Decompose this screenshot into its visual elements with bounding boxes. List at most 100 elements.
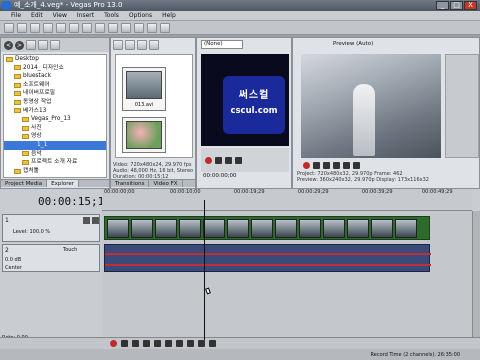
- undo-icon[interactable]: [108, 22, 118, 33]
- minimize-button[interactable]: _: [436, 1, 449, 10]
- menu-options[interactable]: Options: [124, 11, 157, 21]
- folder-icon: [14, 65, 21, 71]
- maximize-button[interactable]: □: [450, 1, 463, 10]
- solo-icon[interactable]: [92, 217, 99, 224]
- tab-transitions[interactable]: Transitions: [111, 180, 150, 187]
- help-icon[interactable]: [160, 22, 170, 33]
- play-icon[interactable]: [215, 156, 222, 164]
- media-thumbnail[interactable]: [122, 117, 166, 153]
- next-frame-icon[interactable]: [353, 161, 360, 169]
- forward-icon[interactable]: >: [15, 40, 24, 50]
- go-to-start-icon[interactable]: [176, 340, 183, 347]
- tree-item[interactable]: Vegas_Pro_13: [4, 115, 106, 124]
- copy-icon[interactable]: [82, 22, 92, 33]
- go-to-end-icon[interactable]: [187, 340, 194, 347]
- main-toolbar: [0, 21, 480, 35]
- menu-view[interactable]: View: [48, 11, 72, 21]
- normal-edit-tool-icon[interactable]: [134, 22, 144, 33]
- vegas-app-icon[interactable]: [2, 1, 11, 10]
- preview-quality[interactable]: Preview (Auto): [333, 40, 373, 48]
- cut-icon[interactable]: [69, 22, 79, 33]
- menu-file[interactable]: File: [6, 11, 26, 21]
- play-from-start-icon[interactable]: [132, 340, 139, 347]
- next-frame-icon[interactable]: [209, 340, 216, 347]
- video-track-header[interactable]: 1 Level: 100.0 %: [2, 214, 100, 242]
- new-project-icon[interactable]: [4, 22, 14, 33]
- tree-item[interactable]: 1_1: [4, 140, 106, 150]
- tab-explorer[interactable]: Explorer: [47, 180, 79, 187]
- tree-item[interactable]: 동영상 작업: [4, 98, 106, 107]
- video-frame: [323, 219, 345, 238]
- record-icon[interactable]: [205, 156, 212, 164]
- stop-icon[interactable]: [333, 161, 340, 169]
- video-event[interactable]: [104, 216, 430, 240]
- flower-image: [126, 121, 162, 149]
- menu-tools[interactable]: Tools: [99, 11, 124, 21]
- tree-item-label: 네이버프로필: [23, 90, 55, 97]
- tab-project-media[interactable]: Project Media: [1, 180, 48, 187]
- tree-item[interactable]: 영상: [4, 132, 106, 141]
- video-frame: [131, 219, 153, 238]
- stop-icon[interactable]: [225, 156, 232, 164]
- loop-icon[interactable]: [313, 161, 320, 169]
- tree-item[interactable]: 네이버프로필: [4, 89, 106, 98]
- tree-item[interactable]: 사진: [4, 124, 106, 133]
- trimmer-dropdown[interactable]: (None): [201, 40, 243, 49]
- record-icon[interactable]: [110, 340, 117, 347]
- refresh-icon[interactable]: [38, 40, 48, 50]
- tree-item[interactable]: Desktop: [4, 55, 106, 64]
- menu-help[interactable]: Help: [157, 11, 181, 21]
- video-level: Level: 100.0 %: [13, 229, 51, 235]
- paste-icon[interactable]: [95, 22, 105, 33]
- close-button[interactable]: X: [464, 1, 477, 10]
- tree-item[interactable]: bluestack: [4, 72, 106, 81]
- menu-insert[interactable]: Insert: [72, 11, 99, 21]
- save-icon[interactable]: [30, 22, 40, 33]
- audio-track-header[interactable]: 2 0.0 dB Center Touch: [2, 244, 100, 272]
- envelope-tool-icon[interactable]: [147, 22, 157, 33]
- tree-item[interactable]: 베가스13: [4, 107, 106, 116]
- folder-icon: [22, 159, 29, 165]
- timeline-scrollbar[interactable]: [472, 211, 480, 341]
- menu-edit[interactable]: Edit: [26, 11, 48, 21]
- folder-tree[interactable]: Desktop 2014_ 디자인쇼 bluestack 소프트웨어 네이버프로필 동영상…: [3, 54, 107, 178]
- watermark-korean-text: 써스컬: [238, 90, 270, 101]
- ruler-mark: 00:00:19;29: [234, 189, 265, 195]
- tree-item[interactable]: 소프트웨어: [4, 81, 106, 90]
- record-icon[interactable]: [303, 161, 310, 169]
- audio-event[interactable]: [104, 244, 431, 272]
- prev-frame-icon[interactable]: [198, 340, 205, 347]
- autopreview-icon[interactable]: [137, 40, 147, 50]
- tree-item[interactable]: 2014_ 디자인쇼: [4, 64, 106, 73]
- tree-item-label: 베가스13: [23, 107, 47, 114]
- loop-icon[interactable]: [121, 340, 128, 347]
- views-icon[interactable]: [50, 40, 60, 50]
- tree-item[interactable]: 캡처툴: [4, 167, 106, 176]
- up-folder-icon[interactable]: [26, 40, 36, 50]
- views-icon[interactable]: [149, 40, 159, 50]
- loop-icon[interactable]: [235, 156, 242, 164]
- tree-item-label: Vegas_Pro_13: [31, 116, 71, 123]
- timeline-ruler[interactable]: 00:00:00;00 00:00:10;00 00:00:19;29 00:0…: [102, 189, 472, 211]
- timeline-cursor[interactable]: [204, 200, 205, 340]
- tree-item[interactable]: 프로젝트 소개 자료: [4, 158, 106, 167]
- prev-frame-icon[interactable]: [343, 161, 350, 169]
- tab-video-fx[interactable]: Video FX: [149, 180, 183, 187]
- mute-icon[interactable]: [83, 217, 90, 224]
- render-icon[interactable]: [43, 22, 53, 33]
- tree-item[interactable]: 음악: [4, 150, 106, 159]
- pause-icon[interactable]: [154, 340, 161, 347]
- open-icon[interactable]: [17, 22, 27, 33]
- play-icon[interactable]: [143, 340, 150, 347]
- back-icon[interactable]: <: [4, 40, 13, 50]
- automation-mode[interactable]: Touch: [63, 247, 77, 253]
- redo-icon[interactable]: [121, 22, 131, 33]
- play-icon[interactable]: [323, 161, 330, 169]
- media-thumbnail-selected[interactable]: 013.avi: [122, 67, 166, 111]
- stop-icon[interactable]: [165, 340, 172, 347]
- stop-icon[interactable]: [125, 40, 135, 50]
- play-icon[interactable]: [113, 40, 123, 50]
- properties-icon[interactable]: [56, 22, 66, 33]
- tree-item-label: 2014_ 디자인쇼: [23, 64, 64, 71]
- timeline-lanes[interactable]: [102, 211, 472, 351]
